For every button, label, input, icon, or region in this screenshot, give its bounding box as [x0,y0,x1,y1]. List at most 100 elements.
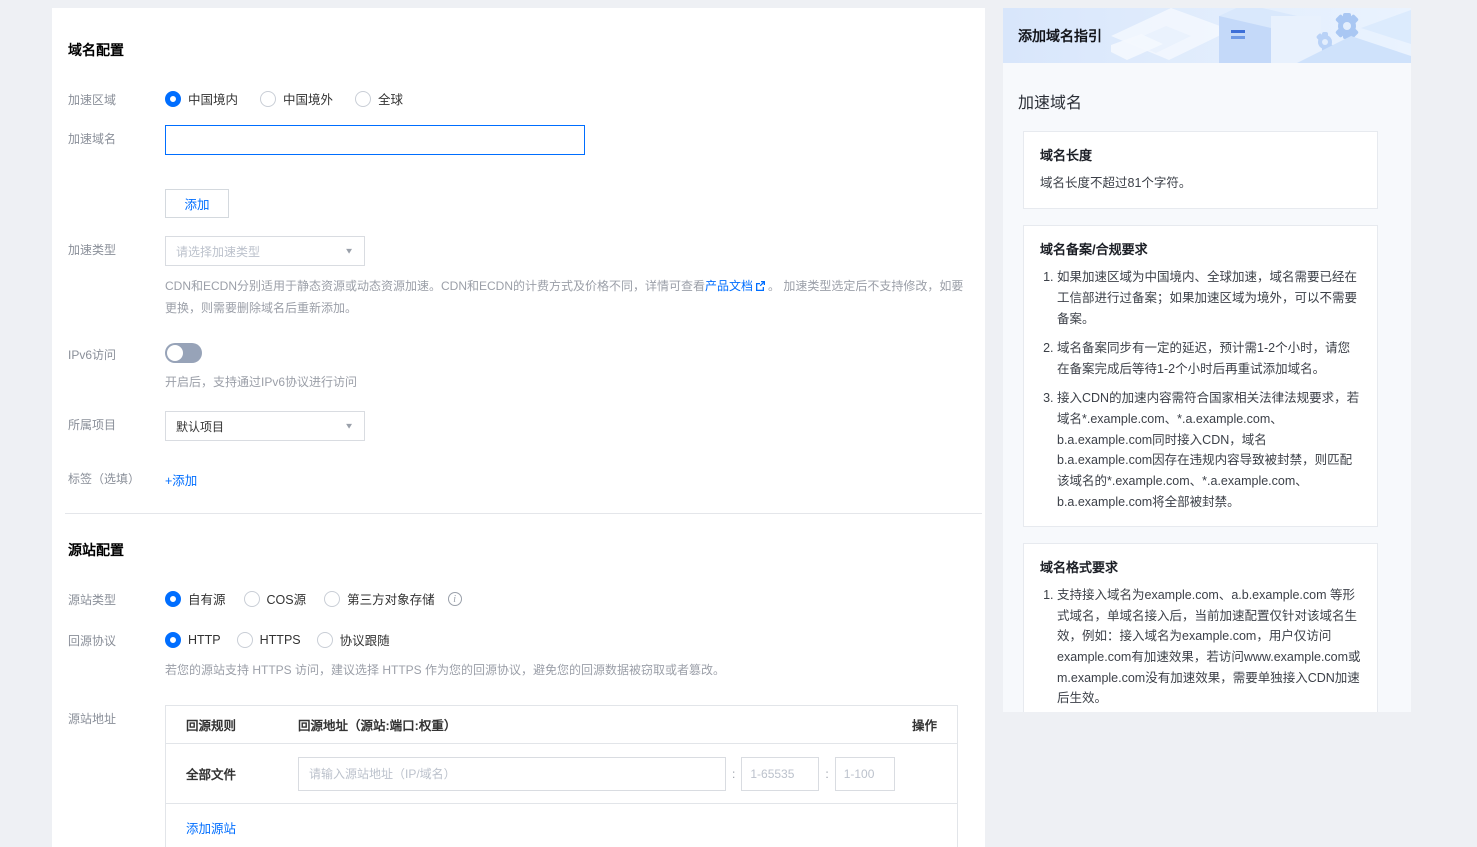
region-row: 加速区域 中国境内 中国境外 全球 [68,86,969,109]
domain-config-panel: 域名配置 加速区域 中国境内 中国境外 全球 加速域名 [52,8,985,847]
radio-selected-icon [165,91,181,107]
origin-type-row: 源站类型 自有源 COS源 第三方对象存储 i [68,586,969,609]
card-title: 域名长度 [1040,145,1361,164]
rule-cell: 全部文件 [166,764,298,783]
radio-selected-icon [165,632,181,648]
protocol-radio-group: HTTP HTTPS 协议跟随 [165,627,969,649]
accel-type-label: 加速类型 [68,236,165,259]
accel-type-row: 加速类型 请选择加速类型 ▼ CDN和ECDN分别适用于静态资源或动态资源加速。… [68,236,969,319]
accel-type-select[interactable]: 请选择加速类型 ▼ [165,236,365,266]
ipv6-hint: 开启后，支持通过IPv6协议进行访问 [165,373,969,391]
protocol-option-http[interactable]: HTTP [165,632,221,648]
ipv6-toggle[interactable] [165,343,202,363]
ipv6-row: IPv6访问 开启后，支持通过IPv6协议进行访问 [68,341,969,391]
protocol-row: 回源协议 HTTP HTTPS 协议跟随 若您的源站 [68,627,969,679]
origin-addr-row: 源站地址 回源规则 回源地址（源站:端口:权重） 操作 全部文件 : [68,705,969,847]
radio-label: 第三方对象存储 [347,589,435,608]
radio-icon [317,632,333,648]
card-list-item: 接入CDN的加速内容需符合国家相关法律法规要求，若域名*.example.com… [1057,388,1361,512]
origin-address-input[interactable] [298,757,726,791]
radio-label: COS源 [267,589,307,608]
region-radio-group: 中国境内 中国境外 全球 [165,86,969,108]
radio-label: 全球 [378,89,403,108]
chevron-down-icon: ▼ [344,422,354,431]
region-option-global[interactable]: 全球 [355,89,403,108]
card-text: 域名长度不超过81个字符。 [1040,173,1361,194]
separator-colon: : [825,767,828,781]
origin-table: 回源规则 回源地址（源站:端口:权重） 操作 全部文件 : : [165,705,958,847]
origin-addr-label: 源站地址 [68,705,165,728]
add-origin-link[interactable]: 添加源站 [186,818,236,837]
project-label: 所属项目 [68,411,165,434]
add-row: 添加 [68,187,969,218]
protocol-hint: 若您的源站支持 HTTPS 访问，建议选择 HTTPS 作为您的回源协议，避免您… [165,661,969,679]
card-title: 域名备案/合规要求 [1040,239,1361,258]
radio-selected-icon [165,591,181,607]
origin-type-radio-group: 自有源 COS源 第三方对象存储 i [165,586,969,608]
origin-type-option-cos[interactable]: COS源 [244,589,307,608]
card-list-item: 域名备案同步有一定的延迟，预计需1-2个小时，请您在备案完成后等待1-2个小时后… [1057,338,1361,379]
protocol-option-follow[interactable]: 协议跟随 [317,630,390,649]
radio-icon [244,591,260,607]
chevron-down-icon: ▼ [344,247,354,256]
guide-banner: 添加域名指引 [1003,8,1411,63]
header-rule: 回源规则 [166,715,298,734]
project-select[interactable]: 默认项目 ▼ [165,411,365,441]
info-icon[interactable]: i [448,592,462,606]
radio-label: 中国境外 [283,89,333,108]
radio-icon [324,591,340,607]
origin-table-footer: 添加源站 [166,804,957,847]
desc-text-before: CDN和ECDN分别适用于静态资源或动态资源加速。CDN和ECDN的计费方式及价… [165,279,705,293]
radio-icon [260,91,276,107]
project-value: 默认项目 [176,418,224,435]
protocol-option-https[interactable]: HTTPS [237,632,301,648]
page: 域名配置 加速区域 中国境内 中国境外 全球 加速域名 [0,0,1477,847]
section-divider [65,513,982,514]
guide-card-domain-length: 域名长度 域名长度不超过81个字符。 [1023,131,1378,209]
guide-card-domain-format: 域名格式要求 支持接入域名为example.com、a.b.example.co… [1023,543,1378,712]
card-list-item: 如果加速区域为中国境内、全球加速，域名需要已经在工信部进行过备案；如果加速区域为… [1057,267,1361,329]
separator-colon: : [732,767,735,781]
origin-table-row: 全部文件 : : [166,744,957,804]
tag-add-link[interactable]: +添加 [165,474,197,488]
guide-card-icp-compliance: 域名备案/合规要求 如果加速区域为中国境内、全球加速，域名需要已经在工信部进行过… [1023,225,1378,527]
radio-label: HTTPS [260,633,301,647]
domain-label: 加速域名 [68,125,165,148]
radio-label: 协议跟随 [340,630,390,649]
ipv6-label: IPv6访问 [68,341,165,364]
origin-port-input[interactable] [741,757,819,791]
origin-config-title: 源站配置 [68,540,969,560]
card-title: 域名格式要求 [1040,557,1361,576]
region-label: 加速区域 [68,86,165,109]
project-row: 所属项目 默认项目 ▼ [68,411,969,441]
toggle-knob [167,345,183,361]
region-option-outside-china[interactable]: 中国境外 [260,89,333,108]
region-option-china-mainland[interactable]: 中国境内 [165,89,238,108]
domain-input[interactable] [165,125,585,155]
tag-row: 标签（选填） +添加 [68,465,969,489]
tag-label: 标签（选填） [68,465,165,488]
radio-label: HTTP [188,633,221,647]
guide-panel: 添加域名指引 [1003,8,1411,712]
origin-type-option-third-party[interactable]: 第三方对象存储 i [324,589,462,608]
radio-icon [237,632,253,648]
radio-label: 中国境内 [188,89,238,108]
domain-row: 加速域名 [68,125,969,155]
domain-config-title: 域名配置 [68,40,969,60]
external-link-icon [755,277,766,298]
origin-table-header: 回源规则 回源地址（源站:端口:权重） 操作 [166,706,957,744]
card-list-item: 支持接入域名为example.com、a.b.example.com 等形式域名… [1057,585,1361,709]
add-button[interactable]: 添加 [165,189,229,218]
radio-label: 自有源 [188,589,226,608]
origin-type-label: 源站类型 [68,586,165,609]
guide-cards: 域名长度 域名长度不超过81个字符。 域名备案/合规要求 如果加速区域为中国境内… [1003,113,1411,712]
product-doc-link[interactable]: 产品文档 [705,279,753,293]
guide-banner-title: 添加域名指引 [1003,26,1102,46]
origin-weight-input[interactable] [835,757,895,791]
guide-section-title: 加速域名 [1003,63,1411,113]
card-list: 支持接入域名为example.com、a.b.example.com 等形式域名… [1040,585,1361,712]
radio-icon [355,91,371,107]
origin-type-option-self[interactable]: 自有源 [165,589,226,608]
header-action: 操作 [887,715,957,734]
card-list: 如果加速区域为中国境内、全球加速，域名需要已经在工信部进行过备案；如果加速区域为… [1040,267,1361,512]
